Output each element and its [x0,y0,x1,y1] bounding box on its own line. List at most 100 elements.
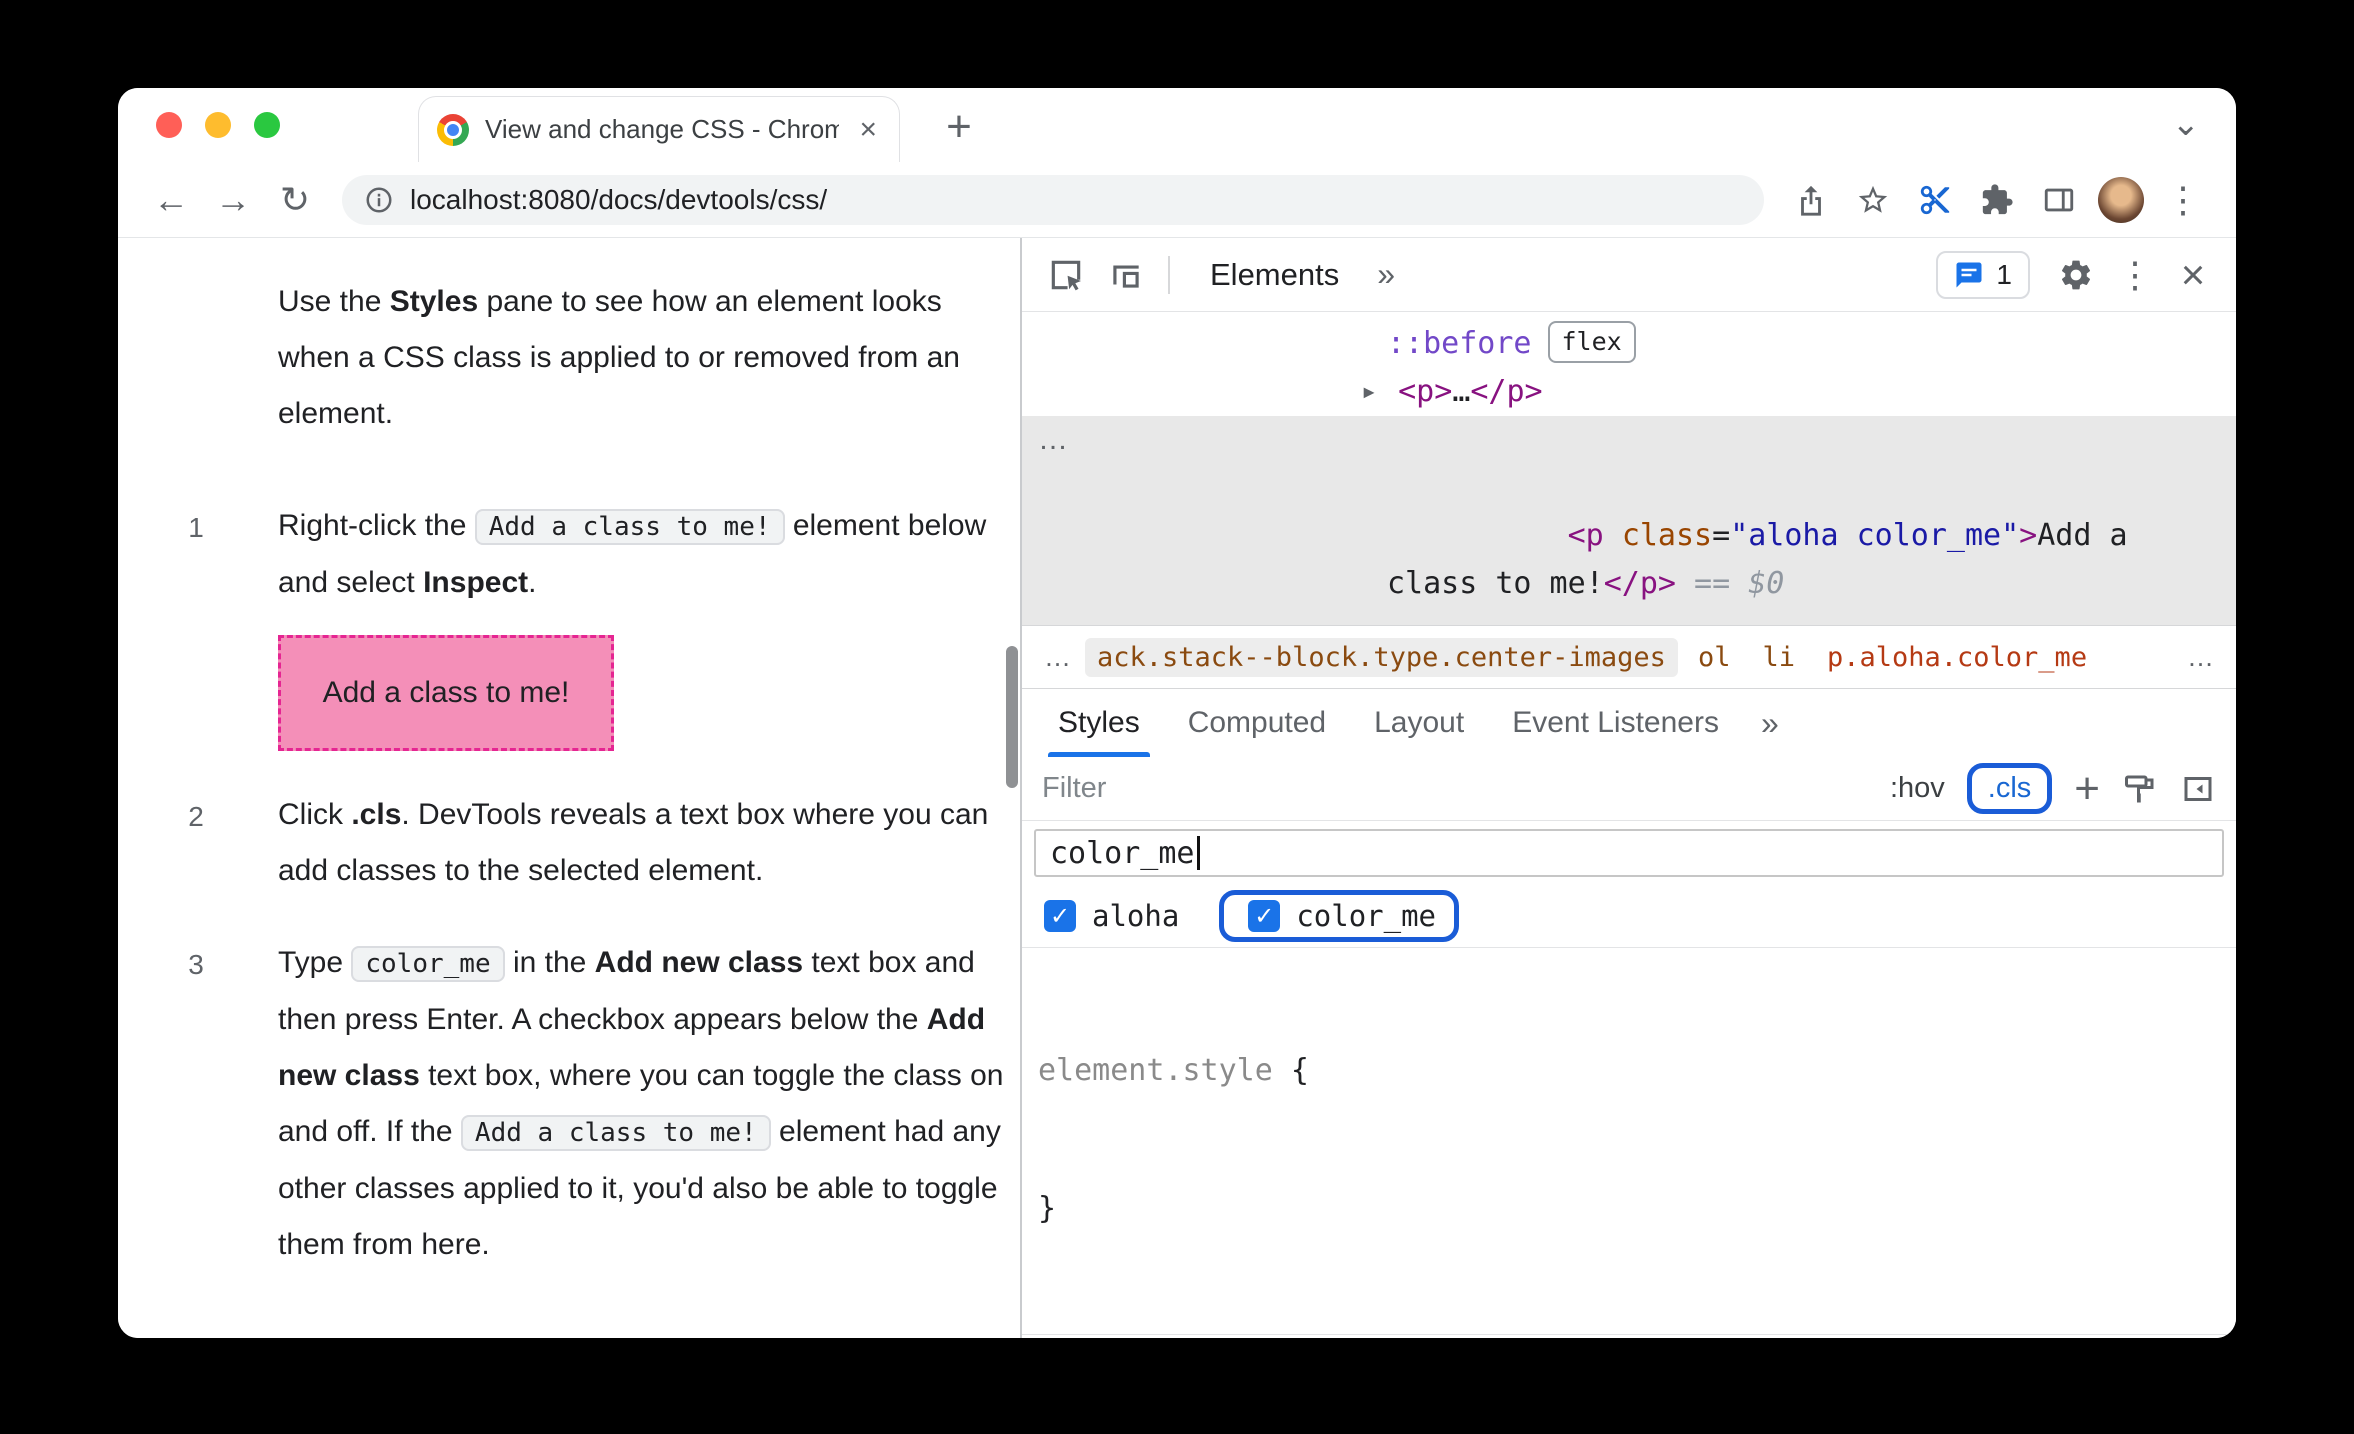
back-button[interactable]: ← [142,171,200,229]
docs-pane: Use the Styles pane to see how an elemen… [118,238,1004,1338]
tab-close-icon[interactable]: × [855,113,881,147]
breadcrumb-item[interactable]: li [1750,638,1807,677]
url-text: localhost:8080/docs/devtools/css/ [410,183,828,215]
breadcrumb-overflow-right[interactable]: … [2181,642,2220,673]
breadcrumb-item[interactable]: ack.stack--block.type.center-images [1085,637,1678,677]
toggle-sidebar-icon[interactable] [2180,771,2216,807]
filter-input[interactable]: Filter [1042,772,1868,805]
bookmark-star-icon[interactable] [1844,171,1902,229]
window-controls [156,112,280,138]
class-toggle-aloha[interactable]: ✓ aloha [1044,899,1179,933]
breadcrumb-item-current[interactable]: p.aloha.color_me [1815,638,2099,677]
breadcrumb-overflow-left[interactable]: … [1038,642,1077,673]
step-number: 1 [188,512,204,543]
callout-ring-color-me: ✓ color_me [1219,890,1459,942]
scrollbar-thumb[interactable] [1006,646,1018,788]
browser-tab[interactable]: View and change CSS - Chrom × [418,96,900,162]
extensions-puzzle-icon[interactable] [1968,171,2026,229]
dom-tree: ::before flex ▶ <p>…</p> … <p class="aloh… [1022,312,2236,625]
browser-toolbar: ← → ↻ localhost:8080/docs/devtools/css/ … [118,162,2236,238]
style-rule-color-me: .color_me { _devtools.scss:55 animation:… [1022,1334,2236,1338]
settings-gear-icon[interactable] [2048,247,2104,303]
open-brace: { [1272,1053,1309,1088]
screenshot-canvas: { "colors": { "accent_blue": "#1a73e8", … [0,0,2354,1434]
class-toggle-color-me[interactable]: ✓ color_me [1248,899,1436,933]
tab-event-listeners[interactable]: Event Listeners [1488,689,1743,757]
list-item: 2 Click .cls. DevTools reveals a text bo… [188,787,1004,899]
more-panels-chevron-icon[interactable]: » [1369,256,1403,293]
avatar [2098,176,2144,223]
window-zoom-button[interactable] [254,112,280,138]
side-panel-icon[interactable] [2030,171,2088,229]
step-text: Click .cls. DevTools reveals a text box … [278,798,989,887]
text-caret [1196,836,1200,870]
step-number: 2 [188,801,204,832]
checkbox-checked-icon[interactable]: ✓ [1248,900,1281,932]
url-bar[interactable]: localhost:8080/docs/devtools/css/ [342,174,1764,225]
scissors-extension-icon[interactable] [1906,171,1964,229]
add-new-class-row: color_me [1022,821,2236,885]
styles-sidebar-tabs: Styles Computed Layout Event Listeners » [1022,688,2236,757]
demo-element-label: Add a class to me! [322,676,570,709]
dom-node-before-pseudo[interactable]: ::before flex [1022,320,2236,368]
devtools-panel: Elements » 1 ⋮ × ::before flex ▶ <p>…</p… [1020,238,2236,1338]
element-style-open-line: element.style { [1038,1048,2220,1094]
tab-title: View and change CSS - Chrom [485,114,840,144]
console-bubble-icon [1954,260,1984,290]
close-brace: } [1038,1191,1057,1226]
list-item: 1 Right-click the Add a class to me! ele… [188,498,1004,751]
more-tabs-chevron-icon[interactable]: » [1753,705,1787,742]
tab-elements[interactable]: Elements [1184,238,1365,311]
checkbox-checked-icon[interactable]: ✓ [1044,900,1076,932]
step-text: Type color_me in the Add new class text … [278,946,1004,1261]
style-editor-icon[interactable] [2122,771,2158,807]
device-toolbar-icon[interactable] [1098,247,1154,303]
forward-button[interactable]: → [204,171,262,229]
inspect-element-icon[interactable] [1038,247,1094,303]
devtools-close-icon[interactable]: × [2166,248,2220,302]
profile-avatar[interactable] [2092,171,2150,229]
share-button[interactable] [1782,171,1840,229]
dom-node-markup: <p class="aloha color_me">Add a class to… [1387,518,2146,601]
toggle-element-state-button[interactable]: :hov [1890,772,1945,805]
breadcrumb-item[interactable]: ol [1686,638,1743,677]
element-style-block[interactable]: element.style { } [1022,947,2236,1334]
tab-search-chevron-icon[interactable]: ⌄ [2172,104,2201,144]
tab-styles[interactable]: Styles [1034,689,1164,757]
tab-layout[interactable]: Layout [1350,689,1488,757]
tab-strip: View and change CSS - Chrom × + ⌄ [118,88,2236,162]
demo-element[interactable]: Add a class to me! [278,635,614,751]
add-new-class-input[interactable]: color_me [1034,829,2224,877]
class-toggle-label: color_me [1296,899,1436,933]
devtools-menu-kebab-icon[interactable]: ⋮ [2108,248,2162,302]
dom-node-p-collapsed[interactable]: ▶ <p>…</p> [1022,368,2236,416]
intro-paragraph: Use the Styles pane to see how an elemen… [278,285,960,430]
list-item: 3 Type color_me in the Add new class tex… [188,935,1004,1273]
step-text: Right-click the Add a class to me! eleme… [278,509,987,599]
tab-computed[interactable]: Computed [1164,689,1350,757]
reload-button[interactable]: ↻ [266,171,324,229]
node-actions-dots-icon[interactable]: … [1038,416,1070,464]
callout-ring-cls: .cls [1966,763,2053,814]
step-number: 3 [188,949,204,980]
browser-menu-kebab-icon[interactable]: ⋮ [2154,171,2212,229]
class-toggle-label: aloha [1092,899,1180,933]
new-style-rule-button[interactable]: + [2074,766,2100,811]
element-classes-button[interactable]: .cls [1988,772,2032,805]
page-content: Use the Styles pane to see how an elemen… [118,238,2236,1338]
browser-window: View and change CSS - Chrom × + ⌄ ← → ↻ … [118,88,2236,1338]
element-style-label: element.style [1038,1053,1273,1088]
dom-node-selected-p[interactable]: … <p class="aloha color_me">Add a class … [1022,416,2236,625]
steps-list: 1 Right-click the Add a class to me! ele… [188,498,1004,1273]
issues-count: 1 [1996,258,2012,290]
site-info-icon[interactable] [364,185,394,215]
add-new-class-value: color_me [1050,835,1195,871]
new-tab-button[interactable]: + [930,98,988,156]
chrome-favicon-icon [437,113,469,146]
window-close-button[interactable] [156,112,182,138]
docs-scrollbar [1004,238,1020,1338]
window-minimize-button[interactable] [205,112,231,138]
issues-counter[interactable]: 1 [1936,250,2030,299]
toolbar-divider [1168,255,1170,294]
breadcrumb: … ack.stack--block.type.center-images ol… [1022,625,2236,688]
